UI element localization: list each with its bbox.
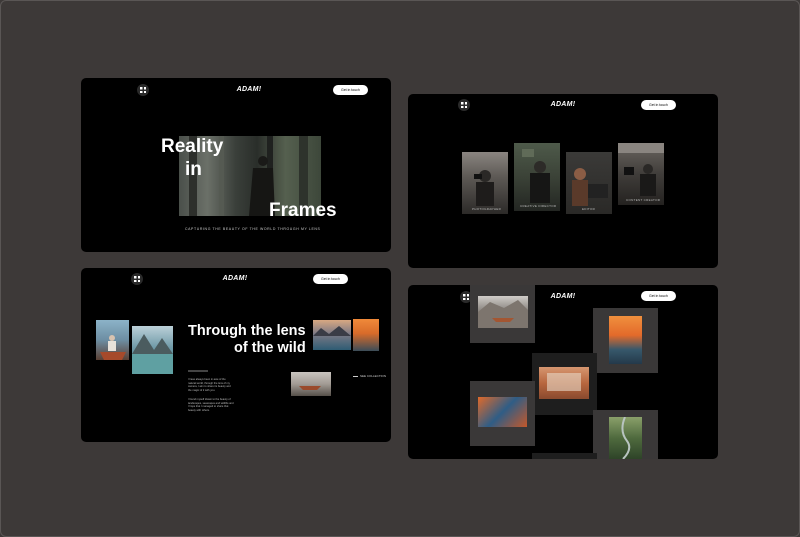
menu-grid-button[interactable] (458, 99, 470, 111)
gallery-card[interactable] (593, 410, 658, 459)
get-in-touch-button[interactable]: Get in touch (313, 274, 348, 284)
get-in-touch-button[interactable]: Get in touch (333, 85, 368, 95)
creative-director-photo (522, 149, 550, 203)
grid-icon (140, 87, 146, 93)
content-creator-photo (618, 143, 664, 196)
hero-title-line3: Frames (269, 200, 337, 221)
mountain-lake-scene (132, 334, 173, 374)
photographer-photo (474, 170, 494, 206)
role-photographer-card[interactable]: PHOTOGRAPHER (462, 152, 508, 214)
antelope-canyon-photo (478, 397, 527, 427)
wild-title-line1: Through the lens (188, 323, 306, 339)
kayak-lake-scene (299, 386, 321, 390)
canyon-lake-photo (478, 296, 528, 328)
wild-title-line2: of the wild (234, 340, 306, 356)
roles-panel: ADAM! Get in touch PHOTOGRAPHER CREATIVE… (408, 94, 718, 268)
editor-photo (572, 168, 608, 206)
gallery-card[interactable] (470, 285, 535, 343)
see-collection-link[interactable]: SEE COLLECTION (353, 374, 386, 378)
role-content-creator-label: CONTENT CREATOR (626, 198, 661, 202)
red-canyon-photo (539, 367, 589, 399)
grid-icon (134, 276, 140, 282)
red-canyon-scene (547, 373, 581, 391)
role-creative-director-label: CREATIVE DIRECTOR (520, 204, 557, 208)
get-in-touch-button[interactable]: Get in touch (641, 100, 676, 110)
hero-title-line2: in (185, 159, 202, 180)
woman-boat-photo (96, 320, 129, 360)
orange-sunset-photo (353, 319, 379, 351)
gallery-card[interactable] (532, 453, 597, 459)
role-photographer-label: PHOTOGRAPHER (472, 207, 502, 211)
menu-grid-button[interactable] (131, 273, 143, 285)
role-creative-director-card[interactable]: CREATIVE DIRECTOR (514, 143, 560, 211)
menu-grid-button[interactable] (137, 84, 149, 96)
woman-boat-scene (100, 335, 126, 360)
wild-panel: ADAM! Get in touch Through the lens of t… (81, 268, 391, 442)
role-editor-label: EDITOR (582, 207, 596, 211)
wild-small-label (188, 370, 208, 372)
brand-logo[interactable]: ADAM! (551, 101, 576, 108)
gallery-panel: ADAM! Get in touch (408, 285, 718, 459)
see-collection-label: SEE COLLECTION (360, 374, 387, 378)
gallery-card[interactable] (532, 353, 597, 415)
hero-title-line1: Reality (161, 136, 224, 157)
river-valley-photo (609, 417, 642, 459)
hero-panel: ADAM! Get in touch Reality in Frames CAP… (81, 78, 391, 252)
kayak-lake-photo (291, 372, 331, 396)
role-editor-card[interactable]: EDITOR (566, 152, 612, 214)
mountain-lake-photo (132, 326, 173, 374)
grid-icon (461, 102, 467, 108)
brand-logo[interactable]: ADAM! (551, 293, 576, 300)
wild-paragraph-2: I found myself drawn to the beauty of la… (188, 398, 234, 412)
river-valley-scene (621, 417, 631, 459)
gallery-card[interactable] (593, 308, 658, 373)
hero-tagline: CAPTURING THE BEAUTY OF THE WORLD THROUG… (185, 227, 321, 231)
gallery-card[interactable] (470, 381, 535, 446)
wild-paragraph-1: I have always been in awe of the natural… (188, 378, 231, 392)
sea-sunset-photo (609, 316, 642, 364)
lake-sunset-photo (313, 320, 351, 350)
brand-logo[interactable]: ADAM! (223, 275, 248, 282)
canyon-lake-scene (478, 300, 528, 328)
role-content-creator-card[interactable]: CONTENT CREATOR (618, 143, 664, 205)
arrow-right-icon (353, 375, 358, 377)
lake-sunset-scene (313, 326, 351, 336)
grid-icon (463, 294, 469, 300)
get-in-touch-button[interactable]: Get in touch (641, 291, 676, 301)
brand-logo[interactable]: ADAM! (237, 86, 262, 93)
